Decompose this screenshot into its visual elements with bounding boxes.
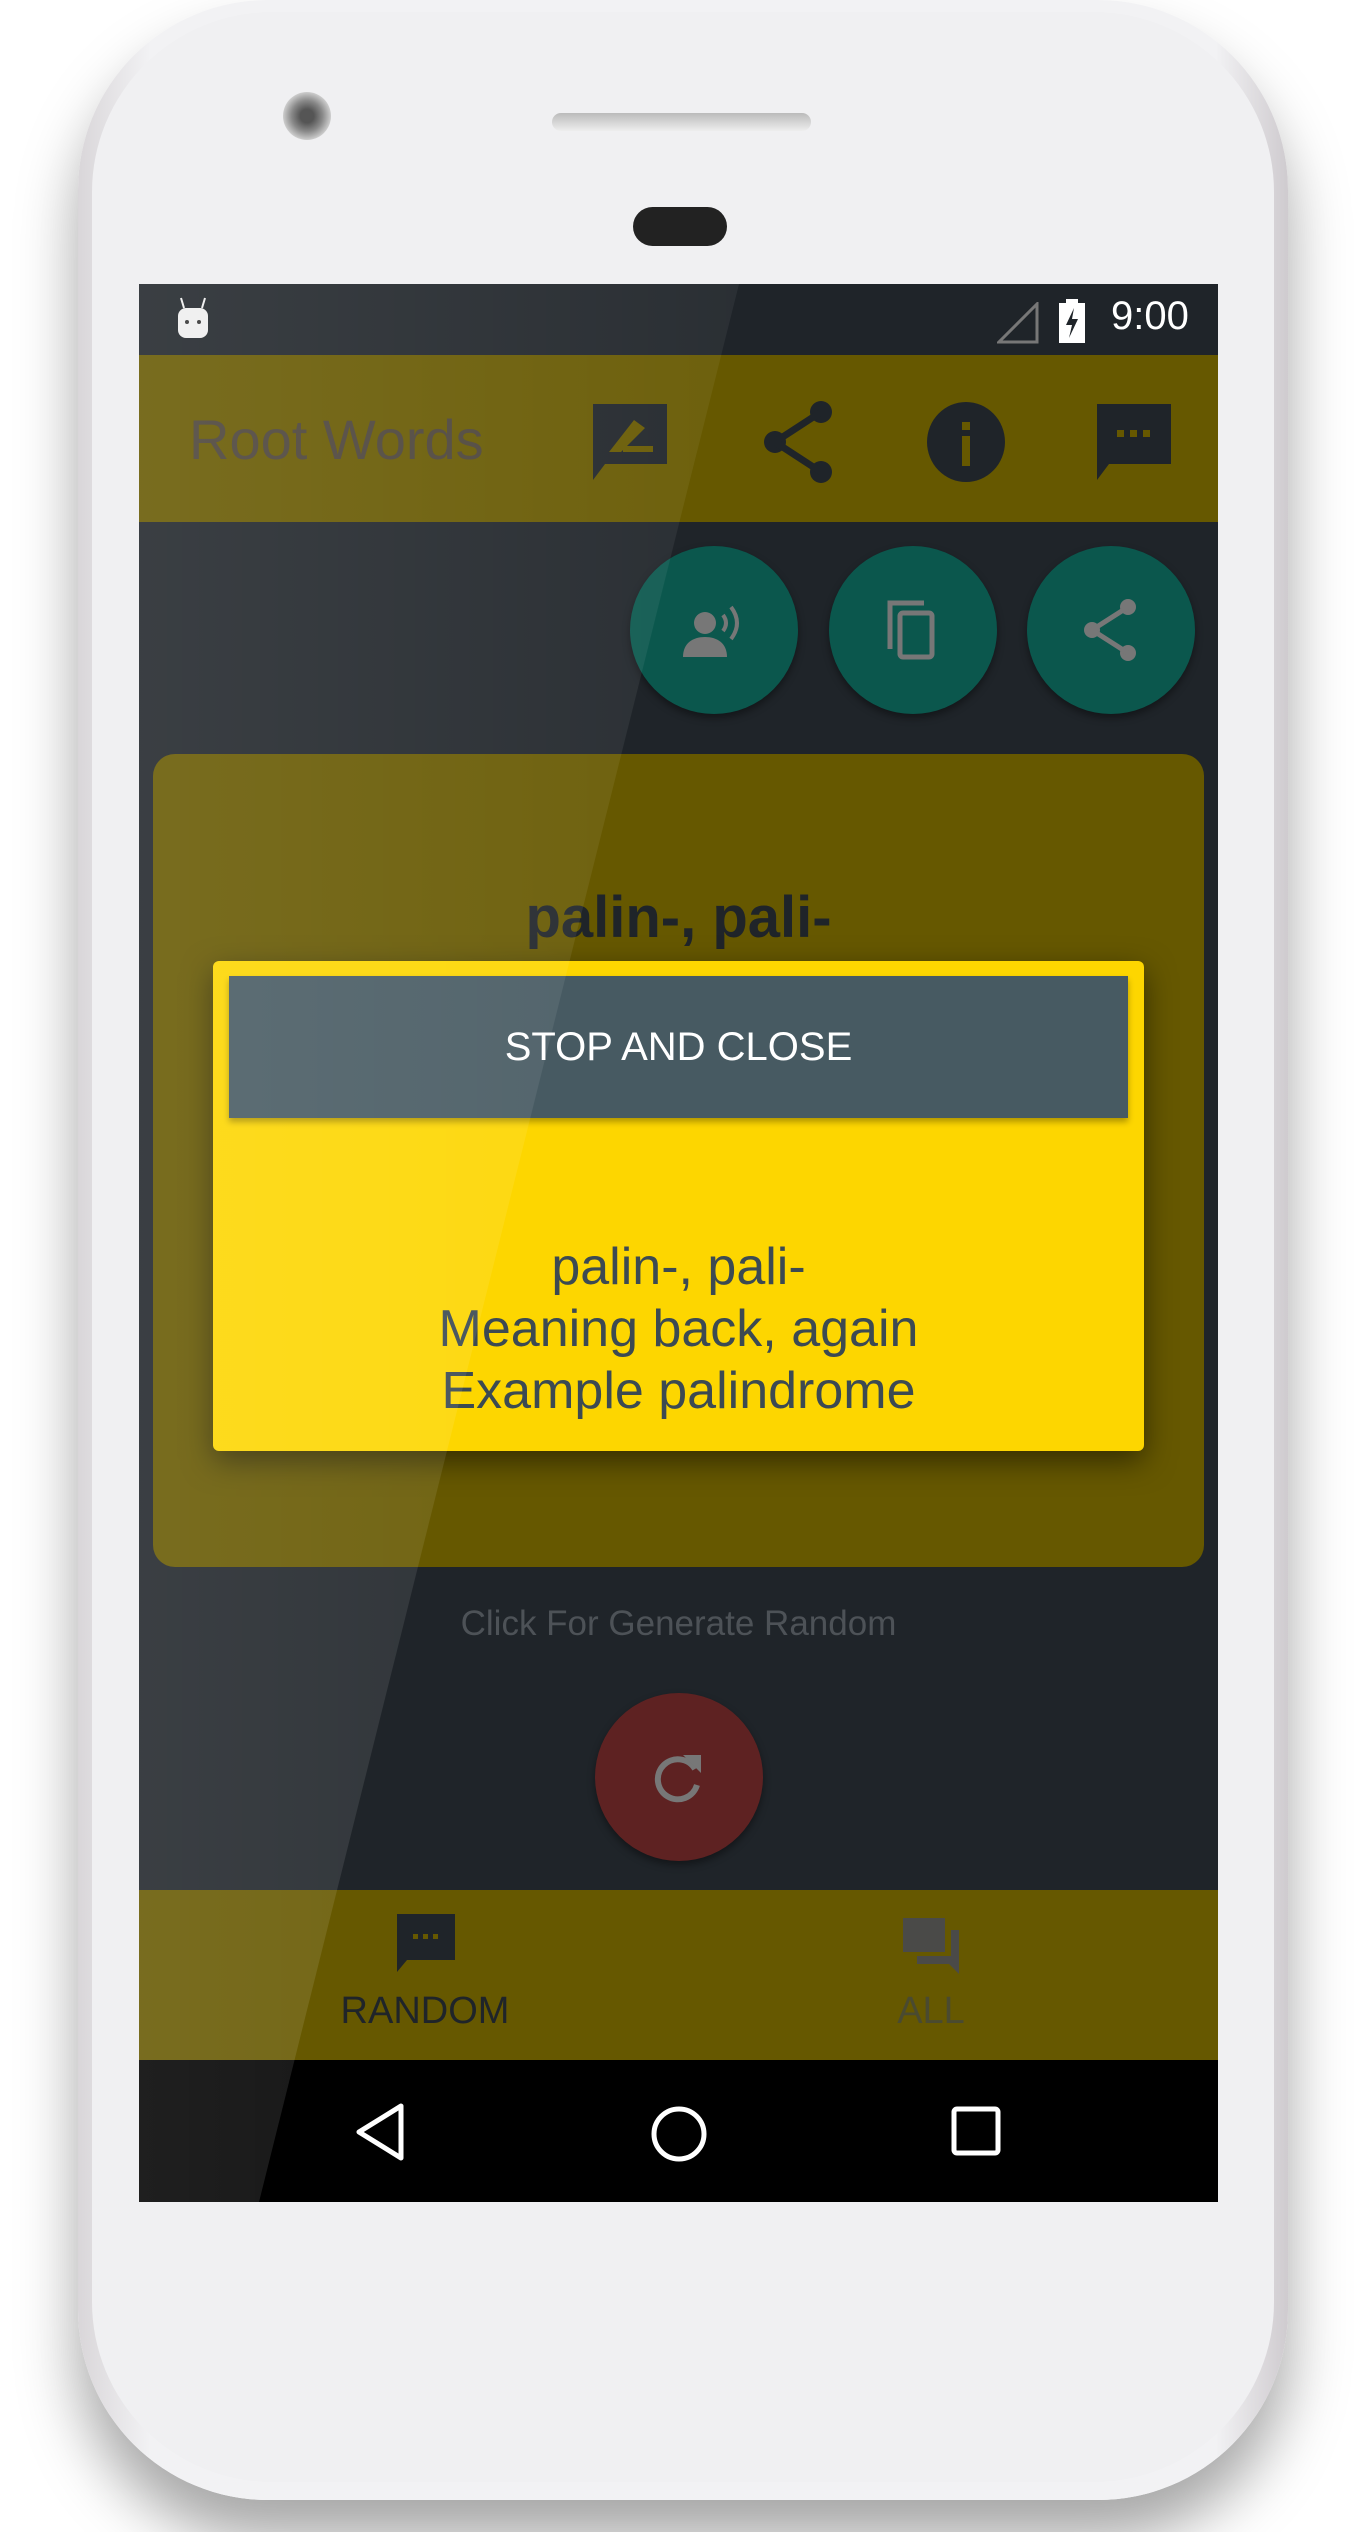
- clock: 9:00: [1111, 294, 1189, 338]
- forum-icon: [903, 1918, 959, 1974]
- copy-icon: [887, 600, 935, 660]
- info-icon[interactable]: [925, 400, 1007, 484]
- front-camera: [283, 92, 331, 140]
- toolbar: Root Words: [139, 355, 1218, 522]
- stop-and-close-button[interactable]: STOP AND CLOSE: [229, 976, 1128, 1118]
- refresh-button[interactable]: [595, 1693, 763, 1861]
- home-icon[interactable]: [649, 2104, 709, 2164]
- speak-icon: [683, 605, 739, 657]
- speaker-grille: [552, 113, 811, 131]
- nav-tab-all[interactable]: ALL: [831, 1890, 1031, 2060]
- earpiece: [633, 207, 727, 246]
- battery-charging-icon: [1059, 299, 1085, 343]
- screen: 9:00 Root Words palin-, pali- Click For …: [139, 284, 1218, 2202]
- feedback-icon[interactable]: [1093, 400, 1175, 484]
- word-dialog: STOP AND CLOSE palin-, pali- Meaning bac…: [213, 961, 1144, 1451]
- back-icon[interactable]: [353, 2102, 407, 2162]
- system-navigation-bar: [139, 2060, 1218, 2202]
- dialog-content: palin-, pali- Meaning back, again Exampl…: [213, 1236, 1144, 1422]
- speak-button[interactable]: [630, 546, 798, 714]
- dialog-meaning: Meaning back, again: [438, 1300, 919, 1358]
- status-bar: 9:00: [139, 284, 1218, 355]
- edit-note-icon[interactable]: [589, 400, 671, 484]
- nav-tab-random[interactable]: RANDOM: [325, 1890, 525, 2060]
- dialog-example: Example palindrome: [441, 1362, 916, 1420]
- nav-label: RANDOM: [340, 1990, 510, 2032]
- refresh-icon: [654, 1755, 701, 1803]
- copy-button[interactable]: [829, 546, 997, 714]
- generate-hint: Click For Generate Random: [460, 1604, 897, 1643]
- android-icon: [178, 297, 208, 338]
- nav-label: ALL: [897, 1990, 965, 2032]
- signal-icon: [997, 302, 1039, 344]
- app-title: Root Words: [189, 408, 484, 471]
- recents-icon[interactable]: [950, 2105, 1004, 2159]
- chat-icon: [397, 1914, 455, 1972]
- bottom-navigation: RANDOM ALL: [139, 1890, 1218, 2060]
- share-word-button[interactable]: [1027, 546, 1195, 714]
- share-icon: [1084, 599, 1136, 661]
- share-icon[interactable]: [759, 400, 839, 484]
- dialog-word: palin-, pali-: [551, 1238, 806, 1296]
- card-title: palin-, pali-: [525, 885, 832, 950]
